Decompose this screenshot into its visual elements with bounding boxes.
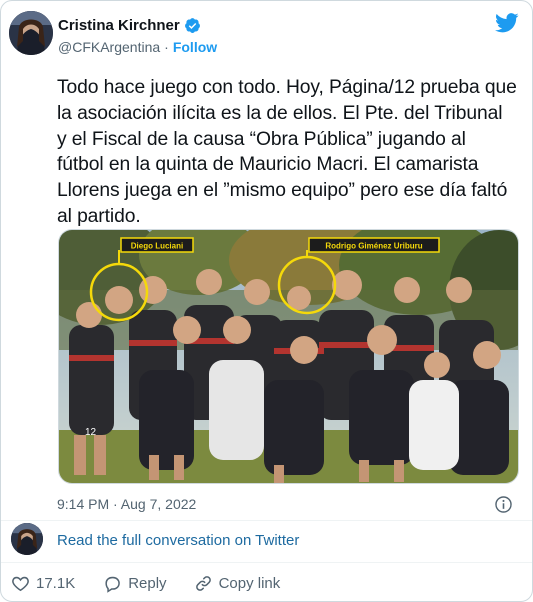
tweet-actions: 17.1K Reply Copy link (11, 574, 280, 593)
tweet-photo[interactable]: 12 Diego Luciani Rodrigo Giménez Uriburu (58, 229, 519, 484)
author-name-row: Cristina Kirchner (58, 17, 201, 34)
reply-label: Reply (128, 575, 167, 592)
handle-separator: · (164, 39, 169, 55)
copy-link-button[interactable]: Copy link (194, 574, 281, 593)
reply-icon (103, 574, 122, 593)
like-count: 17.1K (36, 575, 76, 592)
jersey-number: 12 (85, 427, 97, 438)
heart-icon (11, 574, 30, 593)
tweet-embed-card: Cristina Kirchner @CFKArgentina · Follow… (0, 0, 533, 602)
follow-button[interactable]: Follow (173, 39, 217, 55)
tweet-text: Todo hace juego con todo. Hoy, Página/12… (57, 77, 517, 227)
reply-button[interactable]: Reply (103, 574, 167, 593)
divider-top (1, 520, 532, 521)
photo-label-right: Rodrigo Giménez Uriburu (325, 242, 422, 251)
divider-bottom (1, 562, 532, 563)
twitter-bird-icon[interactable] (495, 13, 519, 38)
copy-link-label: Copy link (218, 575, 281, 592)
author-handle[interactable]: @CFKArgentina (58, 39, 160, 55)
link-icon (194, 574, 213, 593)
conversation-avatar[interactable] (11, 523, 43, 555)
read-conversation-link[interactable]: Read the full conversation on Twitter (57, 532, 299, 549)
photo-label-left: Diego Luciani (131, 242, 183, 251)
info-icon[interactable] (494, 495, 513, 519)
verified-badge-icon (184, 17, 201, 34)
author-avatar[interactable] (9, 11, 53, 55)
like-button[interactable]: 17.1K (11, 574, 75, 593)
author-name[interactable]: Cristina Kirchner (58, 17, 180, 34)
author-handle-row: @CFKArgentina · Follow (58, 39, 217, 55)
tweet-timestamp[interactable]: 9:14 PM · Aug 7, 2022 (57, 496, 196, 512)
